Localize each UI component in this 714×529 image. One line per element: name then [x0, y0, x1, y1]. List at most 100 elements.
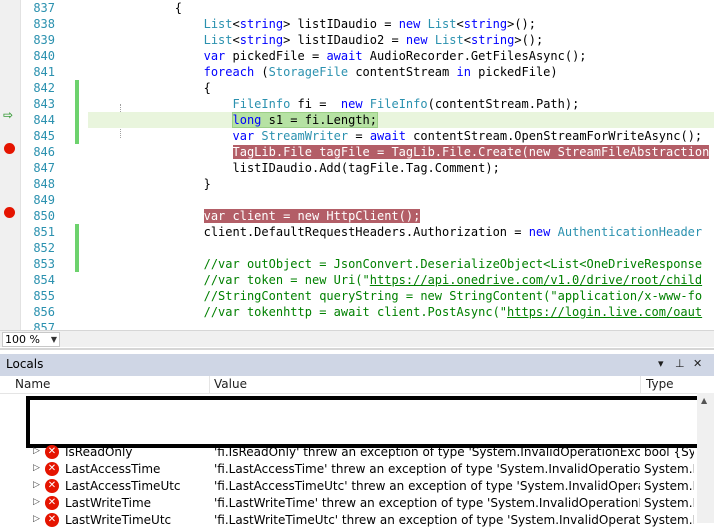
variable-name: IsReadOnly: [65, 445, 133, 459]
code-token: //var outObject = JsonConvert.Deserializ…: [203, 257, 703, 271]
column-header-value[interactable]: Value: [214, 377, 247, 391]
line-number: 853: [33, 257, 55, 271]
breakpoint-margin[interactable]: [0, 0, 20, 330]
variable-value: 'fi.LastAccessTimeUtc' threw an exceptio…: [214, 479, 640, 493]
locals-row[interactable]: ▷ ✕ LastWriteTime 'fi.LastWriteTime' threw …: [0, 495, 696, 512]
code-token: AudioRecorder.GetFilesAsync();: [362, 49, 587, 63]
code-token: //var tokenhttp = await client.PostAsync…: [203, 305, 508, 319]
code-line[interactable]: //var tokenhttp = await client.PostAsync…: [88, 304, 714, 320]
zoom-dropdown[interactable]: 100 % ▼: [2, 332, 60, 347]
locals-row[interactable]: ▷ ✕ LastAccessTimeUtc 'fi.LastAccessTimeUtc…: [0, 478, 696, 495]
code-line[interactable]: var pickedFile = await AudioRecorder.Get…: [88, 48, 714, 64]
breakpoint-icon[interactable]: [4, 143, 15, 154]
breakpoint-code-line[interactable]: var client = new HttpClient();: [88, 208, 714, 224]
pin-icon[interactable]: ⊥: [675, 357, 685, 370]
code-token: s1 = fi.Length;: [261, 113, 377, 127]
column-divider[interactable]: [209, 376, 210, 393]
code-token: listIDaudio.Add(tagFile.Tag.Comment);: [88, 161, 500, 175]
current-code-line[interactable]: long s1 = fi.Length;: [88, 112, 714, 128]
code-token: > listIDaudio =: [283, 17, 399, 31]
code-token: pickedFile): [470, 65, 558, 79]
locals-row[interactable]: ▷ ✕ IsReadOnly 'fi.IsReadOnly' threw an exc…: [0, 444, 696, 461]
code-line[interactable]: List<string> listIDaudio = new List<stri…: [88, 16, 714, 32]
locals-row[interactable]: ▷ ✕ LastAccessTime 'fi.LastAccessTime' thre…: [0, 461, 696, 478]
error-icon: ✕: [45, 479, 59, 493]
column-header-type[interactable]: Type: [646, 377, 674, 391]
scroll-up-arrow-icon[interactable]: ▲: [701, 396, 707, 405]
variable-type: System.D: [644, 462, 694, 476]
code-token: List: [427, 17, 457, 31]
vertical-scrollbar[interactable]: ▲: [697, 393, 714, 523]
locals-window: Locals ▾ ⊥ ✕ Name Value Type ▷ ✕ IsReadOnl…: [0, 348, 714, 527]
breakpoint-code-line[interactable]: TagLib.File tagFile = TagLib.File.Create…: [88, 144, 714, 160]
code-token: https://login.live.com/oaut: [507, 305, 703, 319]
code-token: foreach: [203, 65, 255, 79]
column-divider[interactable]: [640, 376, 641, 393]
error-icon: ✕: [45, 462, 59, 476]
expand-arrow-icon[interactable]: ▷: [33, 514, 40, 524]
code-line[interactable]: [88, 320, 714, 330]
column-header-name[interactable]: Name: [15, 377, 50, 391]
variable-name: LastAccessTimeUtc: [65, 479, 181, 493]
expand-arrow-icon[interactable]: ▷: [33, 497, 40, 507]
code-line[interactable]: //var outObject = JsonConvert.Deserializ…: [88, 256, 714, 272]
dropdown-arrow-icon[interactable]: ▾: [658, 357, 664, 370]
code-token: pickedFile =: [225, 49, 327, 63]
code-token: <: [456, 17, 464, 31]
line-number: 851: [33, 225, 55, 239]
code-line[interactable]: var StreamWriter = await contentStream.O…: [88, 128, 714, 144]
code-line[interactable]: [88, 240, 714, 256]
expand-arrow-icon[interactable]: ▷: [33, 446, 40, 456]
code-token: fi =: [290, 97, 341, 111]
expand-arrow-icon[interactable]: ▷: [33, 480, 40, 490]
code-token: //StringContent queryString = new String…: [203, 289, 703, 303]
code-line[interactable]: {: [88, 0, 714, 16]
zoom-level: 100 %: [5, 333, 40, 346]
code-token: string: [239, 33, 284, 47]
code-token: var: [203, 49, 226, 63]
code-line[interactable]: //StringContent queryString = new String…: [88, 288, 714, 304]
breakpoint-icon[interactable]: [4, 207, 15, 218]
code-line[interactable]: FileInfo fi = new FileInfo(contentStream…: [88, 96, 714, 112]
code-token: List: [203, 17, 233, 31]
code-line[interactable]: client.DefaultRequestHeaders.Authorizati…: [88, 224, 714, 240]
code-token: FileInfo: [369, 97, 428, 111]
expand-arrow-icon[interactable]: ▷: [33, 463, 40, 473]
line-number: 841: [33, 65, 55, 79]
code-line[interactable]: foreach (StorageFile contentStream in pi…: [88, 64, 714, 80]
line-number: 846: [33, 145, 55, 159]
column-headers: Name Value Type: [0, 376, 714, 394]
code-token: TagLib.File tagFile = TagLib.File.Create…: [232, 145, 710, 159]
code-line[interactable]: [88, 192, 714, 208]
code-line[interactable]: {: [88, 80, 714, 96]
highlight-box: TagLib.File tagFile = TagLib.File.Create…: [232, 145, 710, 159]
code-area[interactable]: { List<string> listIDaudio = new List<st…: [88, 0, 714, 330]
code-token: long: [232, 113, 262, 127]
code-line[interactable]: listIDaudio.Add(tagFile.Tag.Comment);: [88, 160, 714, 176]
code-line[interactable]: }: [88, 176, 714, 192]
code-token: {: [88, 1, 182, 15]
code-token: var: [232, 129, 255, 143]
code-editor[interactable]: 837 838 839 840 841 842 843 844 845 846 847 848 849 8…: [0, 0, 714, 330]
locals-title-bar: Locals ▾ ⊥ ✕: [0, 354, 714, 376]
code-line[interactable]: List<string> listIDaudio2 = new List<str…: [88, 32, 714, 48]
line-number: 852: [33, 241, 55, 255]
line-number: 855: [33, 289, 55, 303]
code-token: new: [405, 33, 428, 47]
code-token: <: [232, 33, 240, 47]
code-token: https://api.onedrive.com/v1.0/drive/root…: [369, 273, 703, 287]
close-icon[interactable]: ✕: [693, 357, 702, 370]
locals-title: Locals: [6, 357, 44, 371]
code-line[interactable]: //var token = new Uri("https://api.onedr…: [88, 272, 714, 288]
code-token: <: [232, 17, 240, 31]
